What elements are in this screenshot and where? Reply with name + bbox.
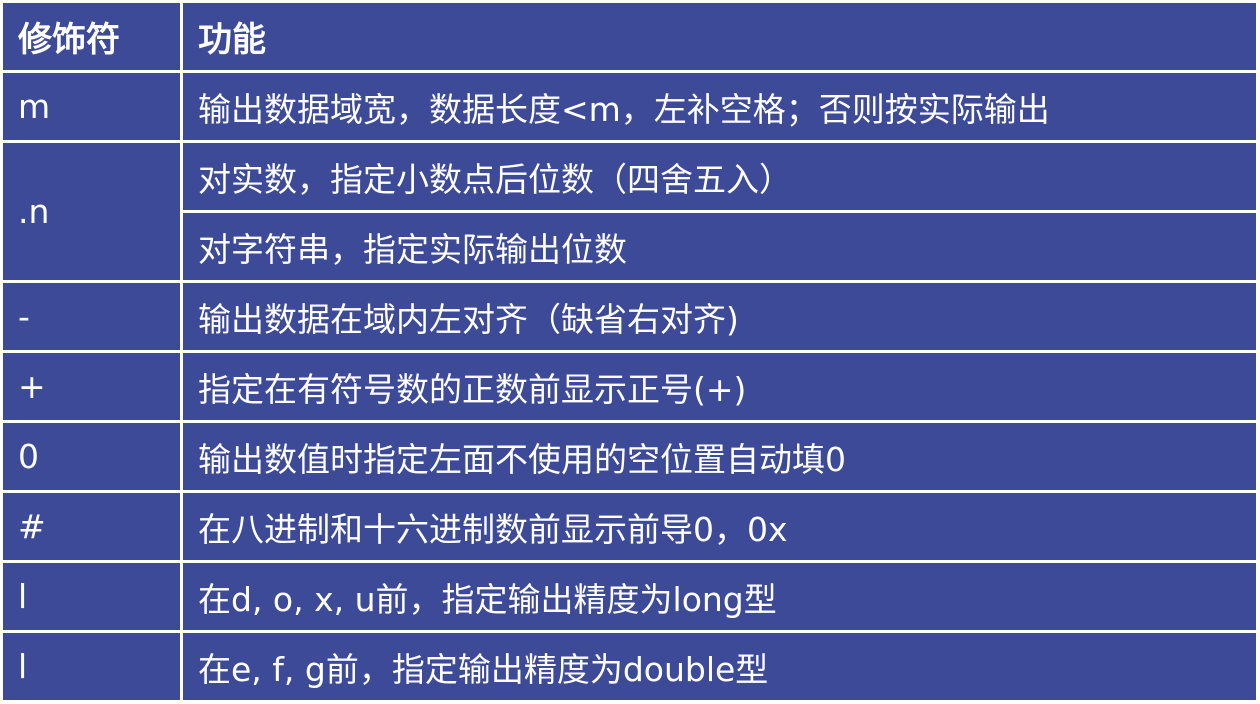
row-modifier: m	[3, 73, 180, 140]
row-modifier: .n	[3, 143, 180, 280]
row-modifier: l	[3, 563, 180, 630]
row-modifier: +	[3, 353, 180, 420]
row-function: 在e, f, g前，指定输出精度为double型	[183, 633, 1256, 700]
row-modifier: -	[3, 283, 180, 350]
row-modifier: #	[3, 493, 180, 560]
row-function: 指定在有符号数的正数前显示正号(+)	[183, 353, 1256, 420]
modifier-table: 修饰符 功能 m 输出数据域宽，数据长度<m，左补空格；否则按实际输出 .n 对…	[3, 3, 1256, 700]
row-function: 对字符串，指定实际输出位数	[183, 213, 1256, 280]
row-function: 在d, o, x, u前，指定输出精度为long型	[183, 563, 1256, 630]
header-modifier: 修饰符	[3, 3, 180, 70]
row-function: 输出数值时指定左面不使用的空位置自动填0	[183, 423, 1256, 490]
row-modifier: 0	[3, 423, 180, 490]
row-function: 输出数据域宽，数据长度<m，左补空格；否则按实际输出	[183, 73, 1256, 140]
row-function: 对实数，指定小数点后位数（四舍五入）	[183, 143, 1256, 210]
row-function: 输出数据在域内左对齐（缺省右对齐)	[183, 283, 1256, 350]
row-modifier: l	[3, 633, 180, 700]
header-function: 功能	[183, 3, 1256, 70]
row-function: 在八进制和十六进制数前显示前导0，0x	[183, 493, 1256, 560]
